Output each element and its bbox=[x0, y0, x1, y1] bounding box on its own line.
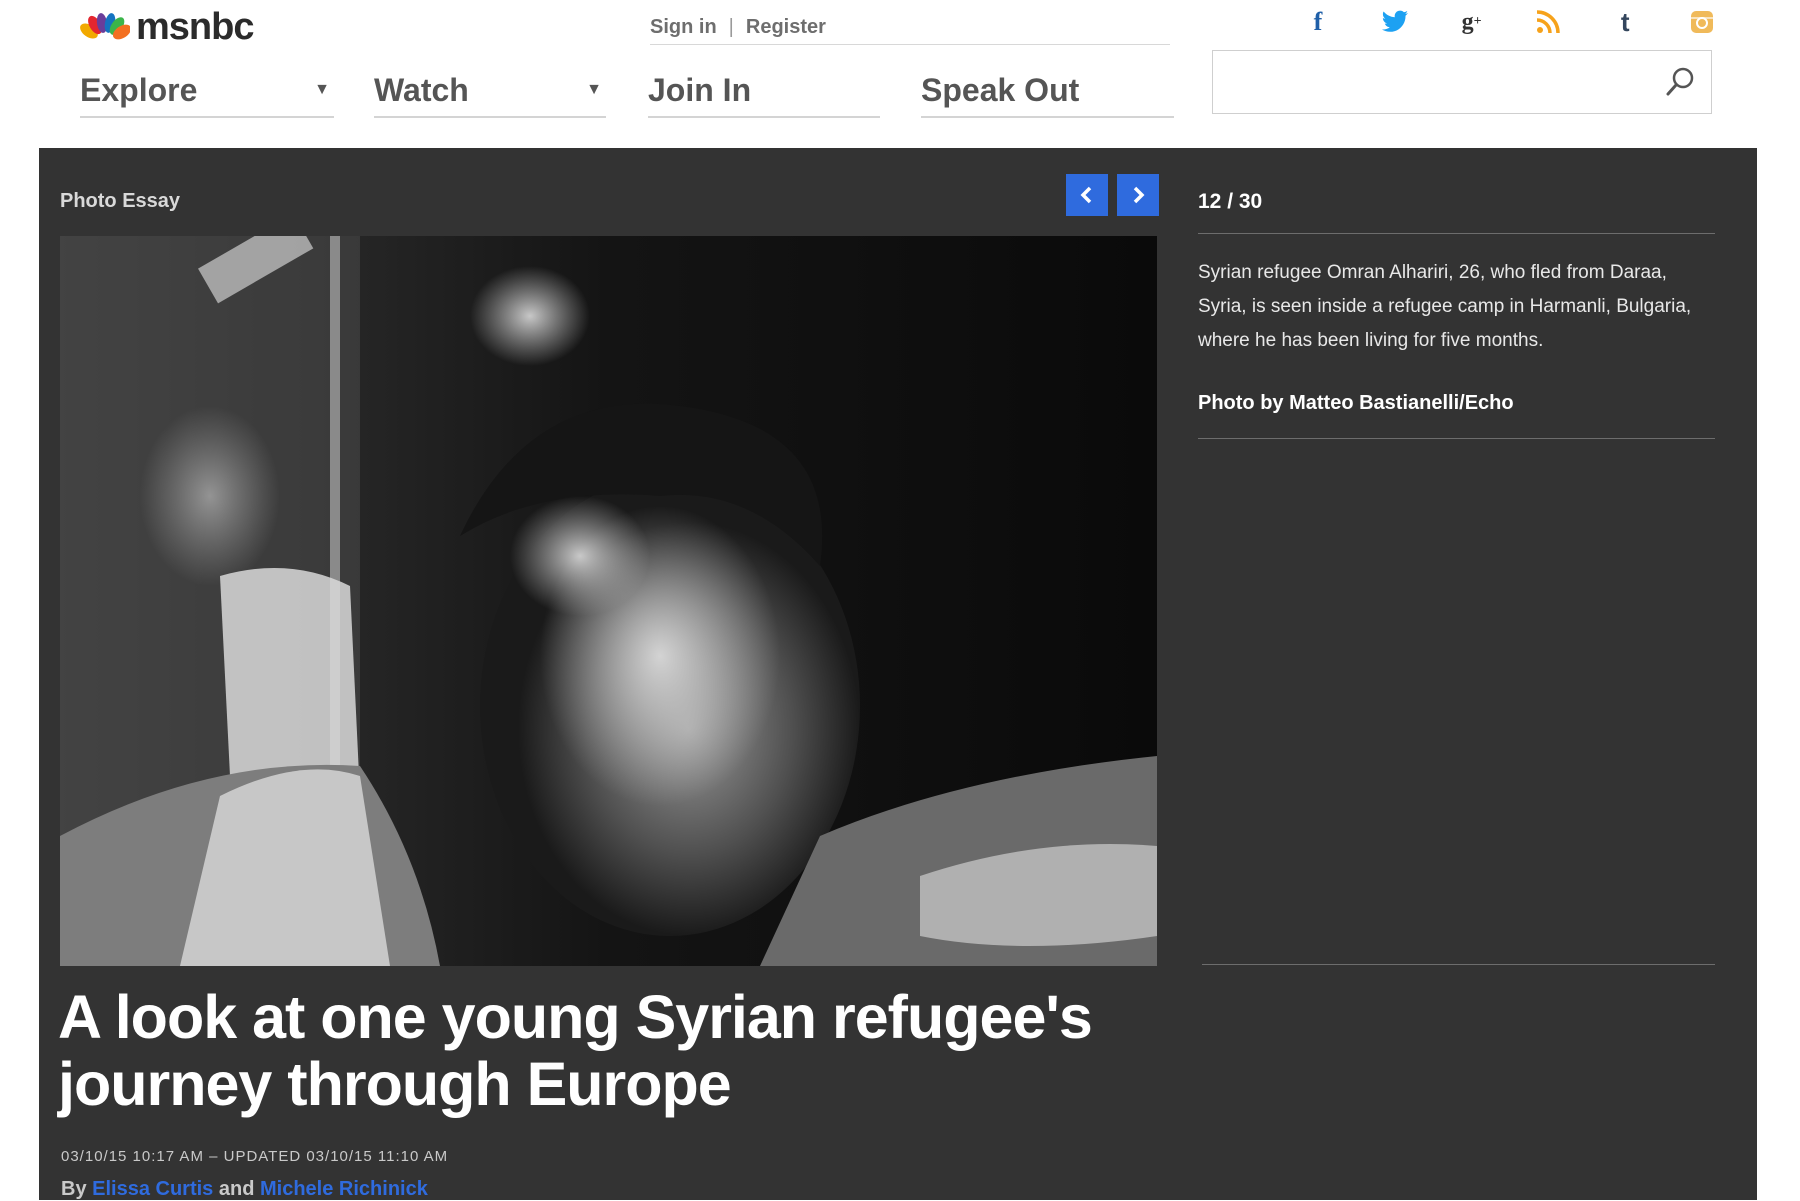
account-links: Sign in | Register bbox=[650, 10, 1170, 45]
google-plus-icon[interactable]: g + bbox=[1454, 4, 1490, 40]
chevron-down-icon: ▼ bbox=[314, 81, 330, 98]
photo-caption: Syrian refugee Omran Alhariri, 26, who f… bbox=[1198, 262, 1692, 351]
article-byline: By Elissa Curtis and Michele Richinick bbox=[61, 1178, 428, 1201]
article-headline: A look at one young Syrian refugee's jou… bbox=[58, 983, 1093, 1118]
photo-counter: 12 / 30 bbox=[1198, 190, 1263, 213]
section-kicker: Photo Essay bbox=[60, 190, 181, 212]
nav-watch[interactable]: Watch ▼ bbox=[374, 64, 606, 118]
nav-explore-label: Explore bbox=[80, 71, 198, 108]
instagram-icon[interactable] bbox=[1684, 4, 1720, 40]
byline-and: and bbox=[218, 1178, 255, 1200]
divider bbox=[1202, 964, 1715, 965]
nav-watch-label: Watch bbox=[374, 71, 469, 108]
nav-join-in-label: Join In bbox=[648, 71, 752, 108]
chevron-right-icon bbox=[1133, 186, 1145, 204]
facebook-icon[interactable]: f bbox=[1300, 4, 1336, 40]
account-separator: | bbox=[728, 15, 734, 38]
social-links: f g + t bbox=[1300, 4, 1720, 40]
photo-gallery: Photo Essay 12 / 30 Syrian refugee Omran… bbox=[39, 148, 1757, 1200]
signin-link[interactable]: Sign in bbox=[650, 16, 717, 39]
author-link-elissa-curtis[interactable]: Elissa Curtis bbox=[92, 1178, 213, 1200]
photo-credit: Photo by Matteo Bastianelli/Echo bbox=[1198, 392, 1514, 414]
chevron-down-icon: ▼ bbox=[586, 81, 602, 98]
byline-by: By bbox=[61, 1178, 87, 1200]
twitter-icon[interactable] bbox=[1377, 4, 1413, 40]
nav-explore[interactable]: Explore ▼ bbox=[80, 64, 334, 118]
article-timestamp: 03/10/15 10:17 AM – UPDATED 03/10/15 11:… bbox=[61, 1148, 449, 1165]
prev-photo-button[interactable] bbox=[1066, 174, 1108, 216]
search-input[interactable] bbox=[1221, 59, 1645, 107]
divider bbox=[1198, 233, 1715, 234]
next-photo-button[interactable] bbox=[1117, 174, 1159, 216]
register-link[interactable]: Register bbox=[746, 16, 826, 39]
nav-join-in[interactable]: Join In bbox=[648, 64, 880, 118]
search-icon[interactable] bbox=[1663, 65, 1697, 99]
chevron-left-icon bbox=[1080, 186, 1092, 204]
brand-name: msnbc bbox=[136, 6, 254, 48]
nav-speak-out-label: Speak Out bbox=[921, 71, 1080, 108]
author-link-michele-richinick[interactable]: Michele Richinick bbox=[260, 1178, 428, 1200]
divider bbox=[1198, 438, 1715, 439]
search-box bbox=[1212, 50, 1712, 114]
msnbc-logo[interactable]: msnbc bbox=[80, 6, 254, 49]
nav-speak-out[interactable]: Speak Out bbox=[921, 64, 1174, 118]
gallery-photo[interactable] bbox=[60, 236, 1157, 966]
rss-icon[interactable] bbox=[1530, 4, 1566, 40]
peacock-icon bbox=[80, 12, 130, 39]
tumblr-icon[interactable]: t bbox=[1607, 4, 1643, 40]
